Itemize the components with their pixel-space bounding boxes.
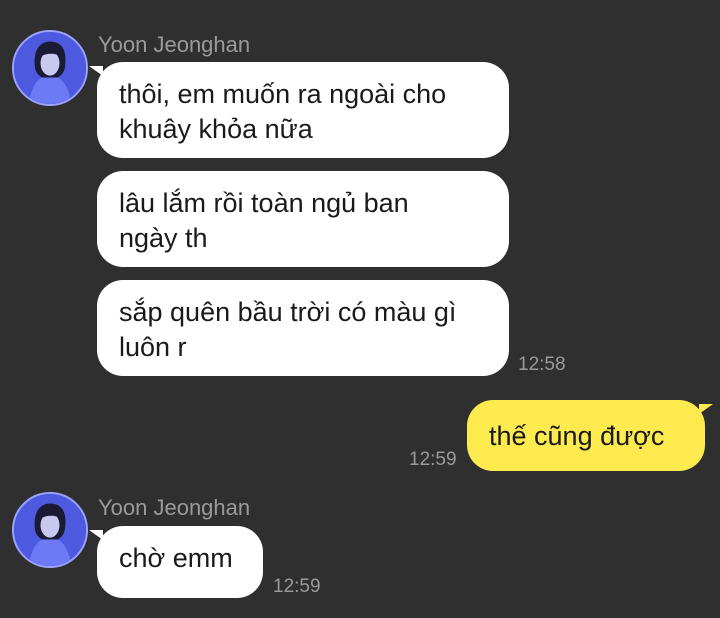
- sender-avatar[interactable]: [12, 492, 88, 568]
- message-timestamp: 12:59: [409, 449, 457, 470]
- message-timestamp: 12:59: [273, 576, 321, 597]
- message-bubble[interactable]: sắp quên bầu trời có màu gì luôn r: [97, 280, 509, 376]
- sender-avatar[interactable]: [12, 30, 88, 106]
- sender-name: Yoon Jeonghan: [98, 495, 251, 520]
- outgoing-message-bubble[interactable]: thế cũng được: [467, 400, 713, 471]
- message-timestamp: 12:58: [518, 354, 566, 375]
- avatar-photo-icon: [14, 494, 86, 566]
- avatar-photo-icon: [14, 32, 86, 104]
- message-bubble[interactable]: thôi, em muốn ra ngoài cho khuây khỏa nữ…: [89, 62, 509, 158]
- message-bubble[interactable]: lâu lắm rồi toàn ngủ ban ngày th: [97, 171, 509, 267]
- message-bubble[interactable]: chờ emm: [89, 526, 263, 598]
- sender-name: Yoon Jeonghan: [98, 32, 251, 57]
